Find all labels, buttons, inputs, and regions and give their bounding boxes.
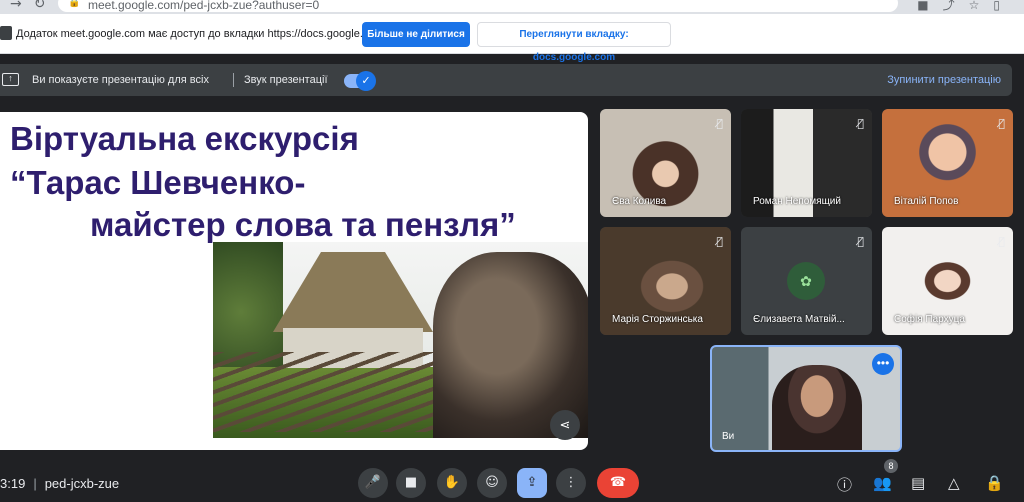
meeting-time: 3:19 — [0, 476, 26, 491]
participant-tile[interactable]: 🎙̸ Софія Пархуца — [882, 227, 1013, 335]
presentation-slide: Віртуальна екскурсія “Тарас Шевченко- ма… — [0, 112, 588, 450]
avatar: ✿ — [787, 262, 825, 300]
bookmark-star-icon[interactable]: ☆ — [969, 0, 994, 12]
meeting-info: 3:19 | ped-jcxb-zue — [0, 476, 120, 491]
raise-hand-button[interactable]: ✋ — [437, 468, 467, 498]
address-bar[interactable]: 🔒 meet.google.com/ped-jcxb-zue?authuser=… — [58, 0, 898, 12]
participant-name: Марія Сторжинська — [612, 314, 703, 325]
presentation-sound-toggle[interactable]: ✓ — [344, 71, 376, 91]
meeting-toolbar: 3:19 | ped-jcxb-zue 🎤 ■ ✋ ☺ ⇪ ⋮ ☎ ⓘ 👥 ▤ △ … — [0, 462, 1024, 502]
mic-off-icon: 🎙̸ — [716, 235, 723, 248]
emoji-icon: ☺ — [485, 475, 499, 490]
browser-toolbar-icons: ■⤴☆▯ — [917, 0, 1014, 13]
tab-sharing-bar: Додаток meet.google.com має доступ до вк… — [0, 14, 1024, 63]
participant-name: Віталій Попов — [894, 196, 959, 207]
forward-icon[interactable]: → — [10, 0, 22, 12]
presenting-status: Ви показуєте презентацію для всіх — [32, 74, 209, 86]
present-screen-icon: ⇪ — [526, 475, 538, 490]
camera-button[interactable]: ■ — [396, 468, 426, 498]
self-view-tile[interactable]: ••• Ви — [710, 345, 902, 452]
end-call-icon: ☎ — [609, 475, 627, 490]
mic-off-icon: 🎙̸ — [716, 117, 723, 130]
microphone-icon: 🎤 — [364, 475, 382, 490]
mic-off-icon: 🎙̸ — [998, 117, 1005, 130]
activities-button[interactable]: △ — [948, 474, 960, 492]
sharing-tab-icon — [0, 26, 12, 40]
chat-button[interactable]: ▤ — [911, 474, 925, 492]
sidepanel-icon[interactable]: ▯ — [993, 0, 1014, 12]
presentation-sound-label: Звук презентації — [244, 74, 328, 86]
reactions-button[interactable]: ☺ — [477, 468, 507, 498]
present-button[interactable]: ⇪ — [517, 468, 547, 498]
participant-name: Софія Пархуца — [894, 314, 965, 325]
microphone-button[interactable]: 🎤 — [358, 468, 388, 498]
more-options-icon[interactable]: ••• — [872, 353, 894, 375]
info-icon: ⓘ — [837, 476, 853, 494]
share-page-icon[interactable]: ⤴ — [943, 0, 969, 12]
host-controls-button[interactable]: 🔒 — [985, 474, 1004, 492]
participant-tile[interactable]: 🎙̸ Роман Непомящий — [741, 109, 872, 217]
more-vert-icon: ⋮ — [564, 475, 578, 490]
sharing-message: Додаток meet.google.com має доступ до вк… — [16, 28, 384, 40]
camera-icon: ■ — [404, 475, 418, 490]
hand-icon: ✋ — [443, 475, 461, 490]
check-icon: ✓ — [356, 71, 376, 91]
meeting-code: ped-jcxb-zue — [44, 476, 120, 491]
participant-name: Роман Непомящий — [753, 196, 841, 207]
more-options-button[interactable]: ⋮ — [556, 468, 586, 498]
participant-name: Єва Колива — [612, 196, 667, 207]
chat-icon: ▤ — [911, 474, 926, 492]
participant-count-badge: 8 — [884, 459, 898, 473]
mic-off-icon: 🎙̸ — [857, 117, 864, 130]
slide-title-line-2: “Тарас Шевченко- — [10, 164, 306, 201]
people-icon: 👥 — [873, 474, 892, 492]
leave-call-button[interactable]: ☎ — [597, 468, 639, 498]
reload-icon[interactable]: ↻ — [34, 0, 46, 12]
view-tab-button[interactable]: Переглянути вкладку: docs.google.com — [477, 22, 671, 63]
meeting-details-button[interactable]: ⓘ — [837, 474, 852, 495]
browser-chrome: → ↻ 🔒 meet.google.com/ped-jcxb-zue?authus… — [0, 0, 1024, 14]
people-button[interactable]: 👥 — [873, 474, 892, 492]
participant-name: Єлизавета Матвій... — [753, 314, 845, 325]
participant-tile[interactable]: 🎙̸ Марія Сторжинська — [600, 227, 731, 335]
presenting-bar: ↑ Ви показуєте презентацію для всіх Звук… — [0, 64, 1012, 96]
participant-tile[interactable]: 🎙̸ Єва Колива — [600, 109, 731, 217]
mic-off-icon: 🎙̸ — [857, 235, 864, 248]
share-slide-button[interactable]: ⋖ — [550, 410, 580, 440]
slide-image — [213, 242, 588, 438]
url-text: meet.google.com/ped-jcxb-zue?authuser=0 — [88, 0, 320, 12]
slide-title-line-3: майстер слова та пензля” — [90, 206, 516, 243]
mic-off-icon: 🎙̸ — [998, 235, 1005, 248]
stop-sharing-button[interactable]: Більше не ділитися — [362, 22, 470, 47]
lock-person-icon: 🔒 — [985, 474, 1004, 492]
slide-title-line-1: Віртуальна екскурсія — [10, 120, 359, 157]
participant-tile[interactable]: ✿ 🎙̸ Єлизавета Матвій... — [741, 227, 872, 335]
camera-indicator-icon[interactable]: ■ — [917, 0, 942, 12]
divider — [233, 73, 234, 87]
self-name: Ви — [722, 431, 735, 442]
browser-nav: → ↻ — [10, 0, 57, 12]
lock-icon[interactable]: 🔒 — [68, 0, 80, 8]
shapes-icon: △ — [948, 474, 960, 492]
participant-tile[interactable]: 🎙̸ Віталій Попов — [882, 109, 1013, 217]
present-screen-icon: ↑ — [2, 73, 19, 86]
stop-presentation-button[interactable]: Зупинити презентацію — [887, 74, 1001, 86]
